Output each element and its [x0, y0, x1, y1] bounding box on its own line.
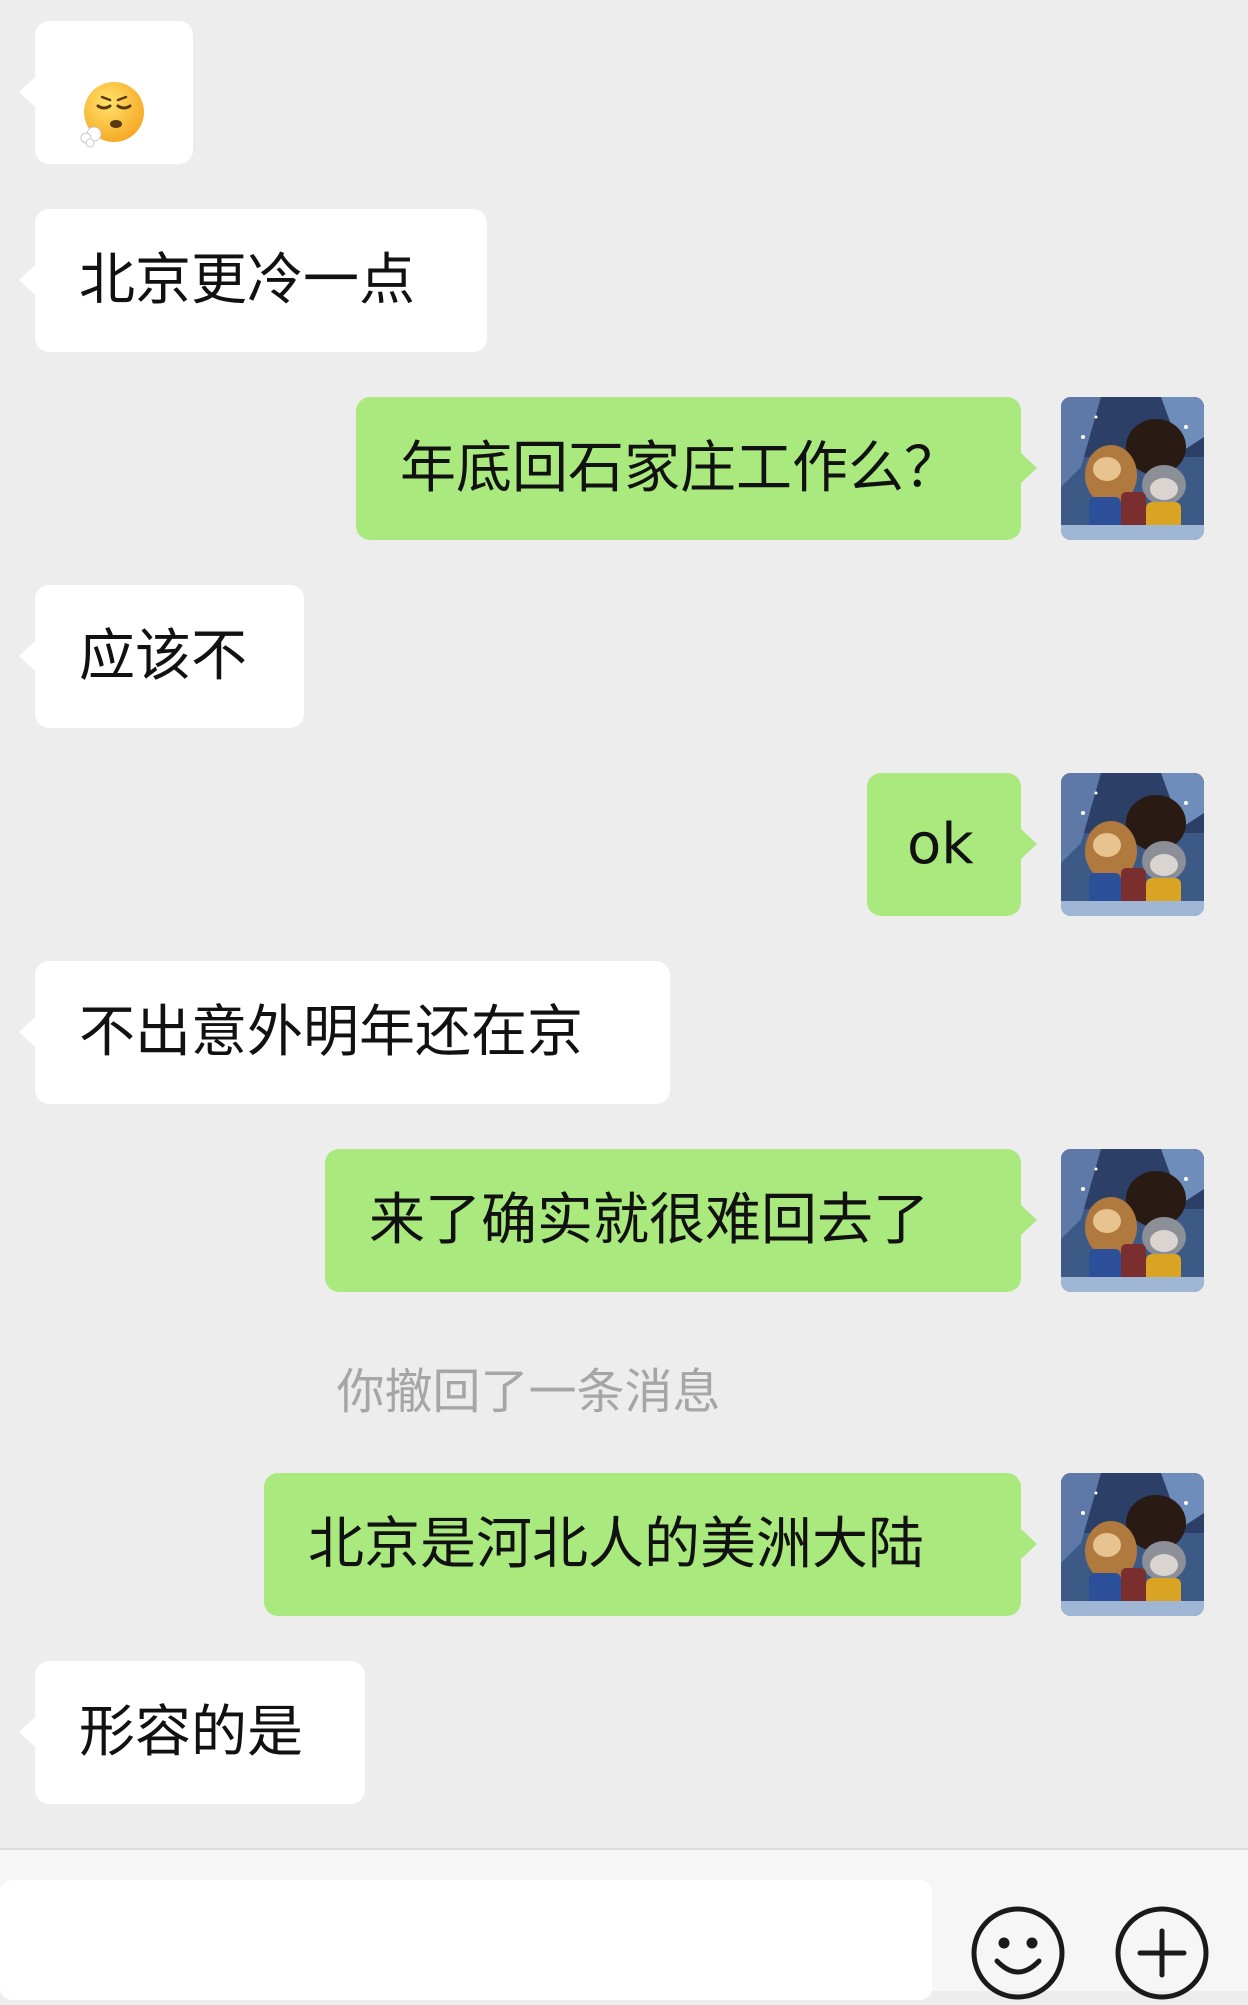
message-input[interactable] [0, 1880, 932, 2000]
more-button[interactable] [1114, 1905, 1210, 2001]
my-avatar[interactable] [1061, 397, 1204, 540]
chat-input-bar [0, 1848, 1248, 2000]
incoming-message[interactable]: 应该不 [19, 585, 304, 728]
recall-notice: 你撤回了一条消息 [336, 1364, 721, 1420]
message-text: 北京更冷一点 [79, 248, 415, 313]
message-text: 北京是河北人的美洲大陆 [308, 1512, 924, 1577]
incoming-message[interactable]: 形容的是 [19, 1661, 365, 1804]
outgoing-message[interactable]: 年底回石家庄工作么？ [356, 397, 1037, 540]
outgoing-message[interactable]: 来了确实就很难回去了 [325, 1149, 1037, 1292]
incoming-message[interactable]: 不出意外明年还在京 [19, 961, 670, 1104]
my-avatar[interactable] [1061, 1473, 1204, 1616]
message-text: 形容的是 [79, 1700, 303, 1765]
incoming-message[interactable] [19, 21, 193, 164]
message-text: 应该不 [79, 624, 247, 689]
chat-message-list[interactable]: 北京更冷一点 年底回石家庄工作么？ 应该不 ok 不出意外明年还在京 来了确实就… [0, 0, 1248, 1848]
plus-circle-icon [1115, 1906, 1209, 2000]
outgoing-message[interactable]: 北京是河北人的美洲大陆 [264, 1473, 1037, 1616]
face-exhaling-icon [80, 58, 148, 148]
message-text: ok [907, 812, 974, 877]
message-text: 来了确实就很难回去了 [369, 1188, 929, 1253]
my-avatar[interactable] [1061, 773, 1204, 916]
smiley-icon [971, 1906, 1065, 2000]
emoji-button[interactable] [970, 1905, 1066, 2001]
message-text: 不出意外明年还在京 [79, 1000, 583, 1065]
outgoing-message[interactable]: ok [867, 773, 1037, 916]
incoming-message[interactable]: 北京更冷一点 [19, 209, 487, 352]
message-text: 年底回石家庄工作么？ [400, 436, 960, 501]
my-avatar[interactable] [1061, 1149, 1204, 1292]
